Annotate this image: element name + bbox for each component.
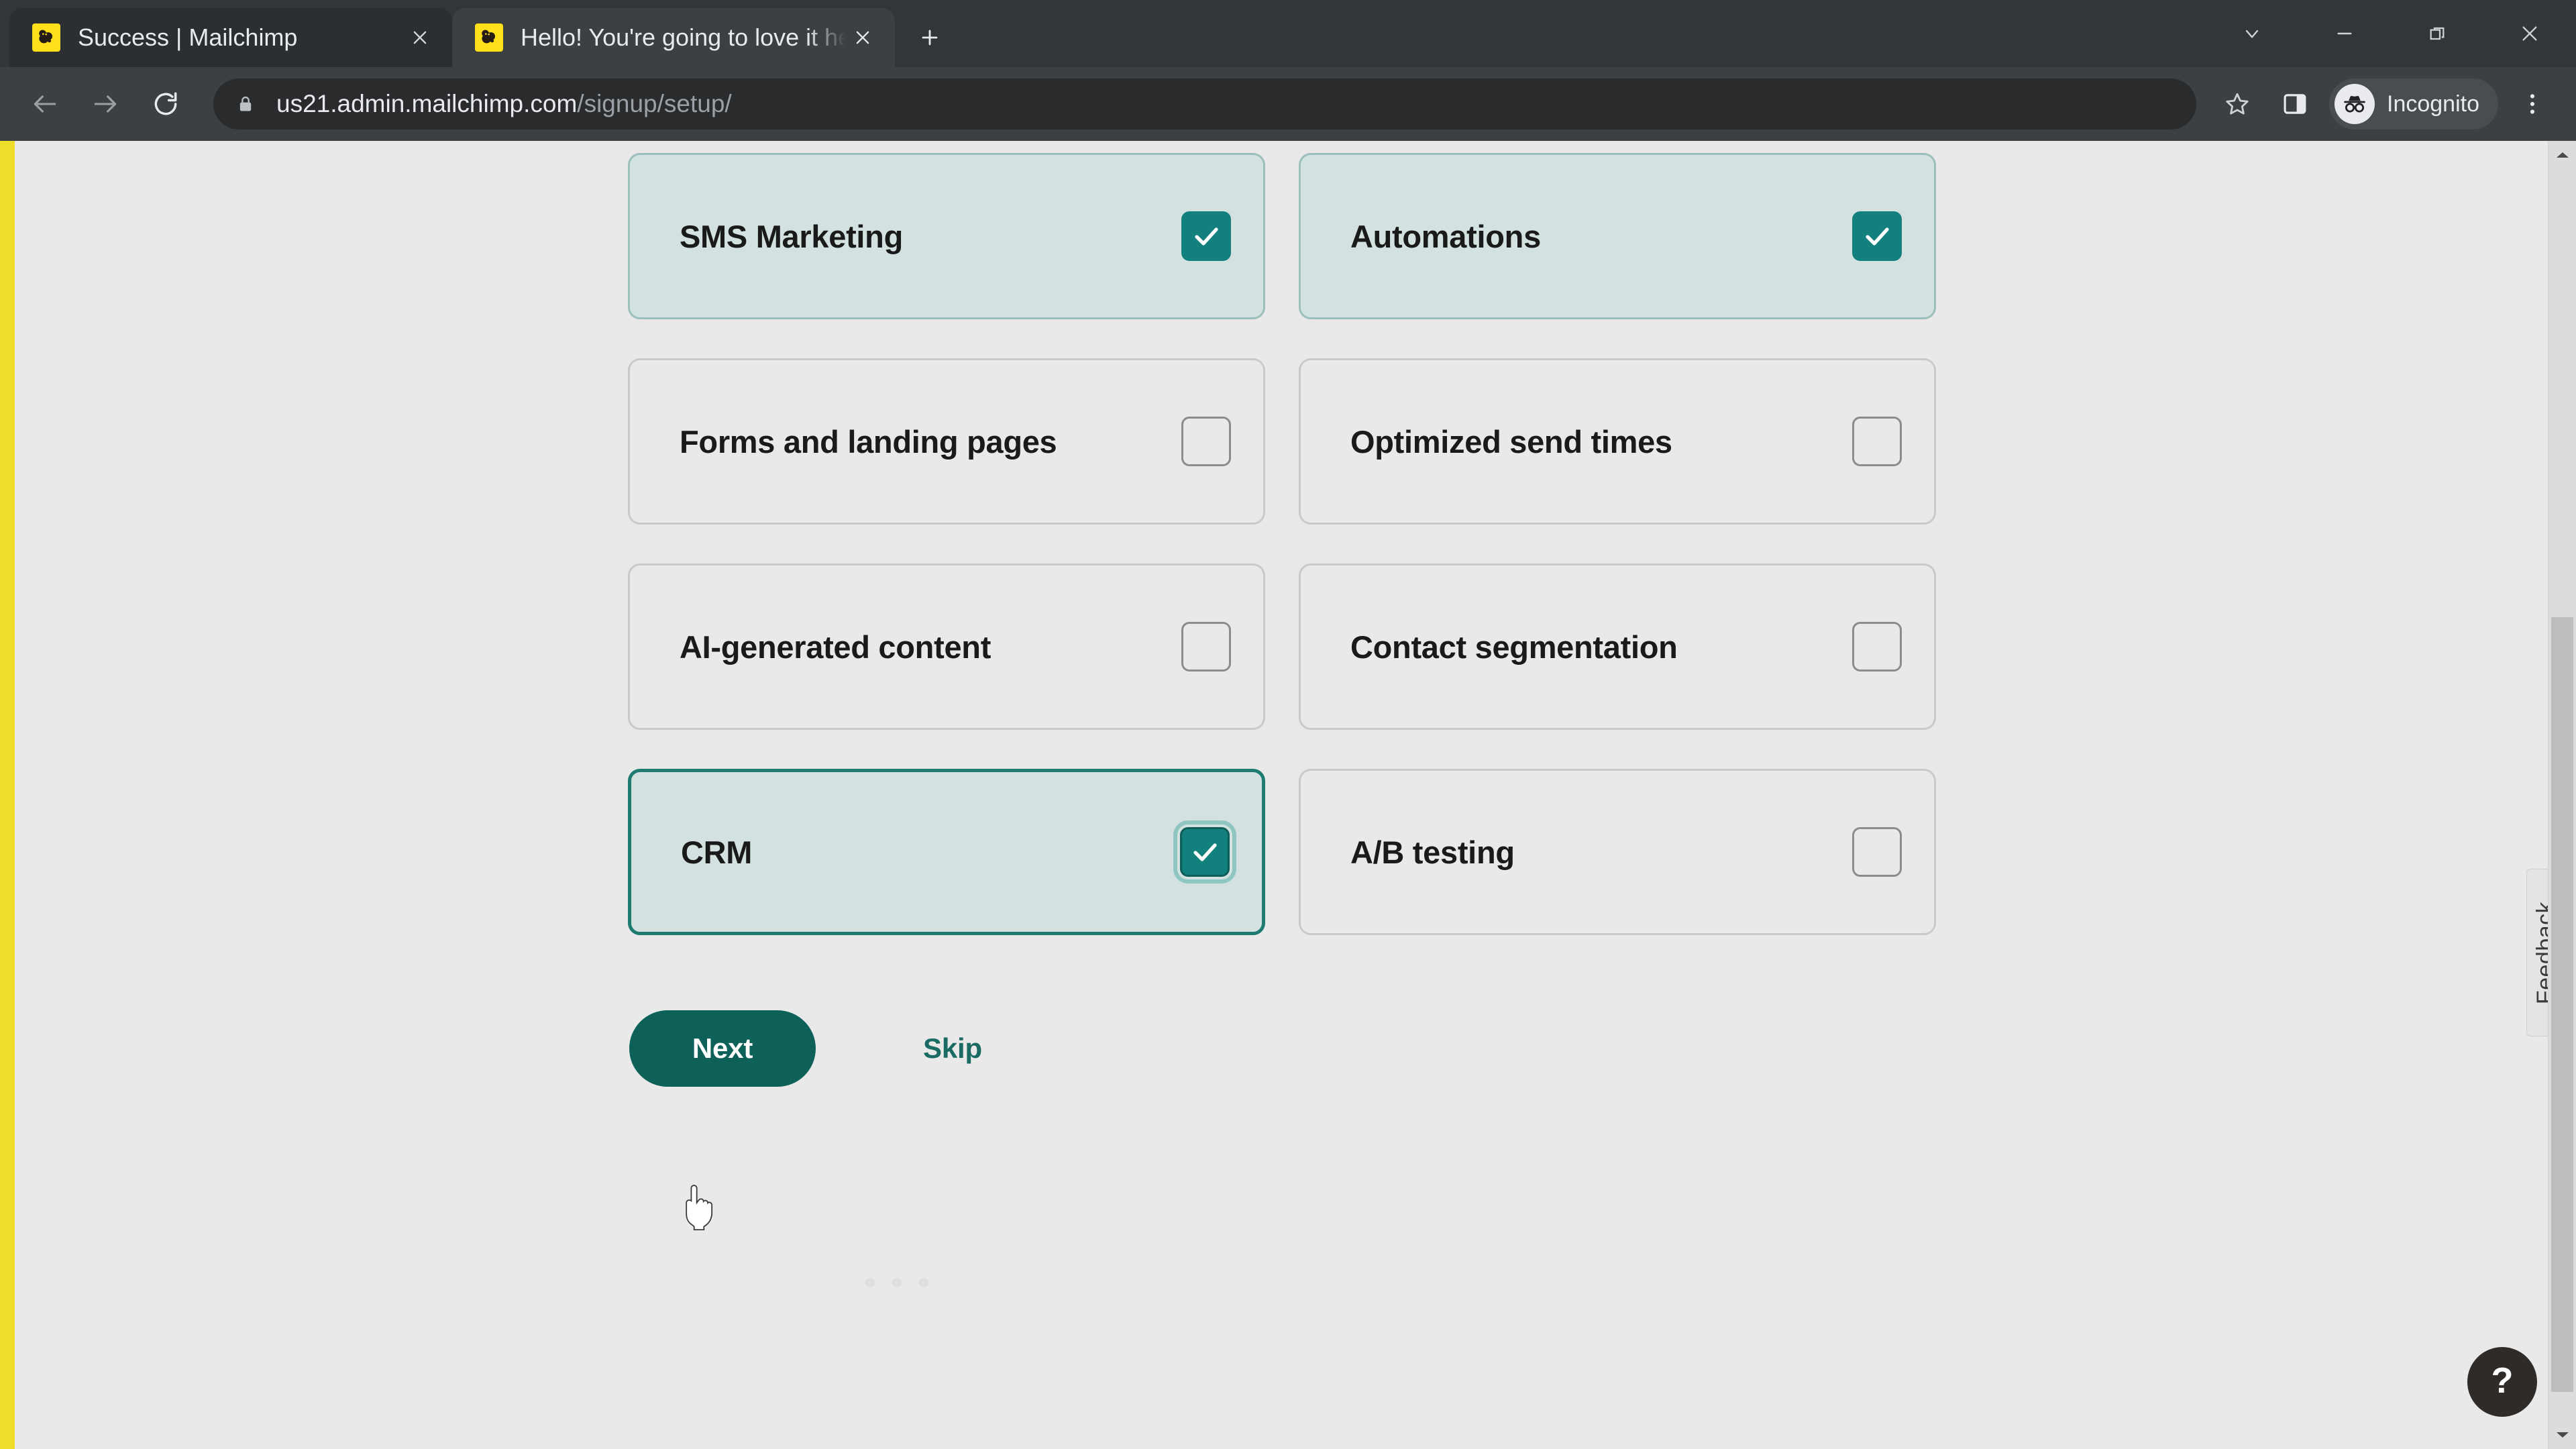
feature-checkbox[interactable] — [1181, 417, 1231, 466]
browser-tab-1[interactable]: Success | Mailchimp — [9, 8, 452, 67]
feature-card-label: Optimized send times — [1350, 423, 1672, 460]
incognito-label: Incognito — [2387, 91, 2479, 117]
mailchimp-favicon-icon — [32, 23, 60, 52]
progress-dot — [919, 1278, 928, 1287]
address-bar[interactable]: us21.admin.mailchimp.com/signup/setup/ — [213, 78, 2196, 129]
restore-window-icon[interactable] — [2391, 0, 2483, 67]
feature-checkbox[interactable] — [1181, 211, 1231, 261]
scroll-down-arrow-icon[interactable] — [2548, 1421, 2576, 1449]
mailchimp-favicon-icon — [475, 23, 503, 52]
feature-card-contact-segmentation[interactable]: Contact segmentation — [1299, 564, 1936, 730]
close-window-icon[interactable] — [2483, 0, 2576, 67]
close-icon[interactable] — [402, 20, 437, 55]
form-actions: Next Skip — [628, 1010, 1936, 1087]
feature-card-ai-generated-content[interactable]: AI-generated content — [628, 564, 1265, 730]
feature-card-label: SMS Marketing — [680, 218, 903, 254]
help-question-mark-icon: ? — [2491, 1360, 2514, 1401]
feature-card-label: CRM — [681, 834, 753, 870]
feature-checkbox[interactable] — [1852, 622, 1902, 672]
mouse-cursor-pointer-icon — [686, 1185, 713, 1231]
feature-checkbox[interactable] — [1173, 820, 1236, 883]
feature-card-label: AI-generated content — [680, 629, 991, 665]
feature-card-sms-marketing[interactable]: SMS Marketing — [628, 153, 1265, 319]
reload-icon[interactable] — [136, 74, 196, 134]
browser-tab-2[interactable]: Hello! You're going to love it here — [452, 8, 895, 67]
close-icon[interactable] — [845, 20, 880, 55]
lock-icon — [232, 93, 259, 115]
scrollbar-thumb[interactable] — [2551, 617, 2573, 1392]
feature-card-optimized-send-times[interactable]: Optimized send times — [1299, 358, 1936, 525]
help-button[interactable]: ? — [2467, 1347, 2537, 1417]
forward-arrow-icon[interactable] — [75, 74, 136, 134]
page-viewport: SMS Marketing Automations Forms and land… — [0, 141, 2576, 1449]
browser-window: Success | Mailchimp Hello! You're going … — [0, 0, 2576, 1449]
browser-toolbar: us21.admin.mailchimp.com/signup/setup/ I… — [0, 67, 2576, 141]
window-controls — [2206, 0, 2576, 67]
feature-checkbox[interactable] — [1852, 827, 1902, 877]
tab-title: Success | Mailchimp — [78, 23, 298, 51]
minimize-icon[interactable] — [2298, 0, 2391, 67]
feature-card-label: Forms and landing pages — [680, 423, 1057, 460]
skip-button[interactable]: Skip — [923, 1032, 982, 1065]
back-arrow-icon[interactable] — [15, 74, 75, 134]
setup-form-content: SMS Marketing Automations Forms and land… — [628, 141, 1936, 1087]
scrollbar-track[interactable] — [2548, 169, 2576, 1421]
feature-card-crm[interactable]: CRM — [628, 769, 1265, 935]
url-path: /signup/setup/ — [577, 90, 732, 117]
feature-card-grid: SMS Marketing Automations Forms and land… — [628, 141, 1936, 935]
progress-dot — [865, 1278, 875, 1287]
tab-strip: Success | Mailchimp Hello! You're going … — [0, 0, 2576, 67]
scroll-up-arrow-icon[interactable] — [2548, 141, 2576, 169]
tab-title: Hello! You're going to love it here — [521, 23, 845, 51]
feature-checkbox[interactable] — [1181, 622, 1231, 672]
bookmark-star-icon[interactable] — [2208, 75, 2266, 133]
url-host: us21.admin.mailchimp.com — [276, 90, 578, 117]
feature-checkbox[interactable] — [1852, 417, 1902, 466]
feature-card-ab-testing[interactable]: A/B testing — [1299, 769, 1936, 935]
incognito-profile-chip[interactable]: Incognito — [2329, 78, 2498, 129]
feature-card-forms-and-landing-pages[interactable]: Forms and landing pages — [628, 358, 1265, 525]
feature-checkbox[interactable] — [1852, 211, 1902, 261]
feature-card-label: Automations — [1350, 218, 1541, 254]
next-button[interactable]: Next — [629, 1010, 816, 1087]
three-dot-menu-icon[interactable] — [2504, 75, 2561, 133]
new-tab-button[interactable] — [906, 13, 954, 62]
brand-accent-stripe — [0, 141, 15, 1449]
progress-dot — [892, 1278, 902, 1287]
side-panel-icon[interactable] — [2266, 75, 2324, 133]
feature-card-label: Contact segmentation — [1350, 629, 1678, 665]
feature-card-automations[interactable]: Automations — [1299, 153, 1936, 319]
feature-card-label: A/B testing — [1350, 834, 1515, 870]
url-text: us21.admin.mailchimp.com/signup/setup/ — [276, 90, 732, 118]
tab-search-chevron-down-icon[interactable] — [2206, 0, 2298, 67]
page-scrollbar[interactable] — [2548, 141, 2576, 1449]
progress-dots — [865, 1278, 928, 1287]
incognito-icon — [2334, 84, 2375, 124]
